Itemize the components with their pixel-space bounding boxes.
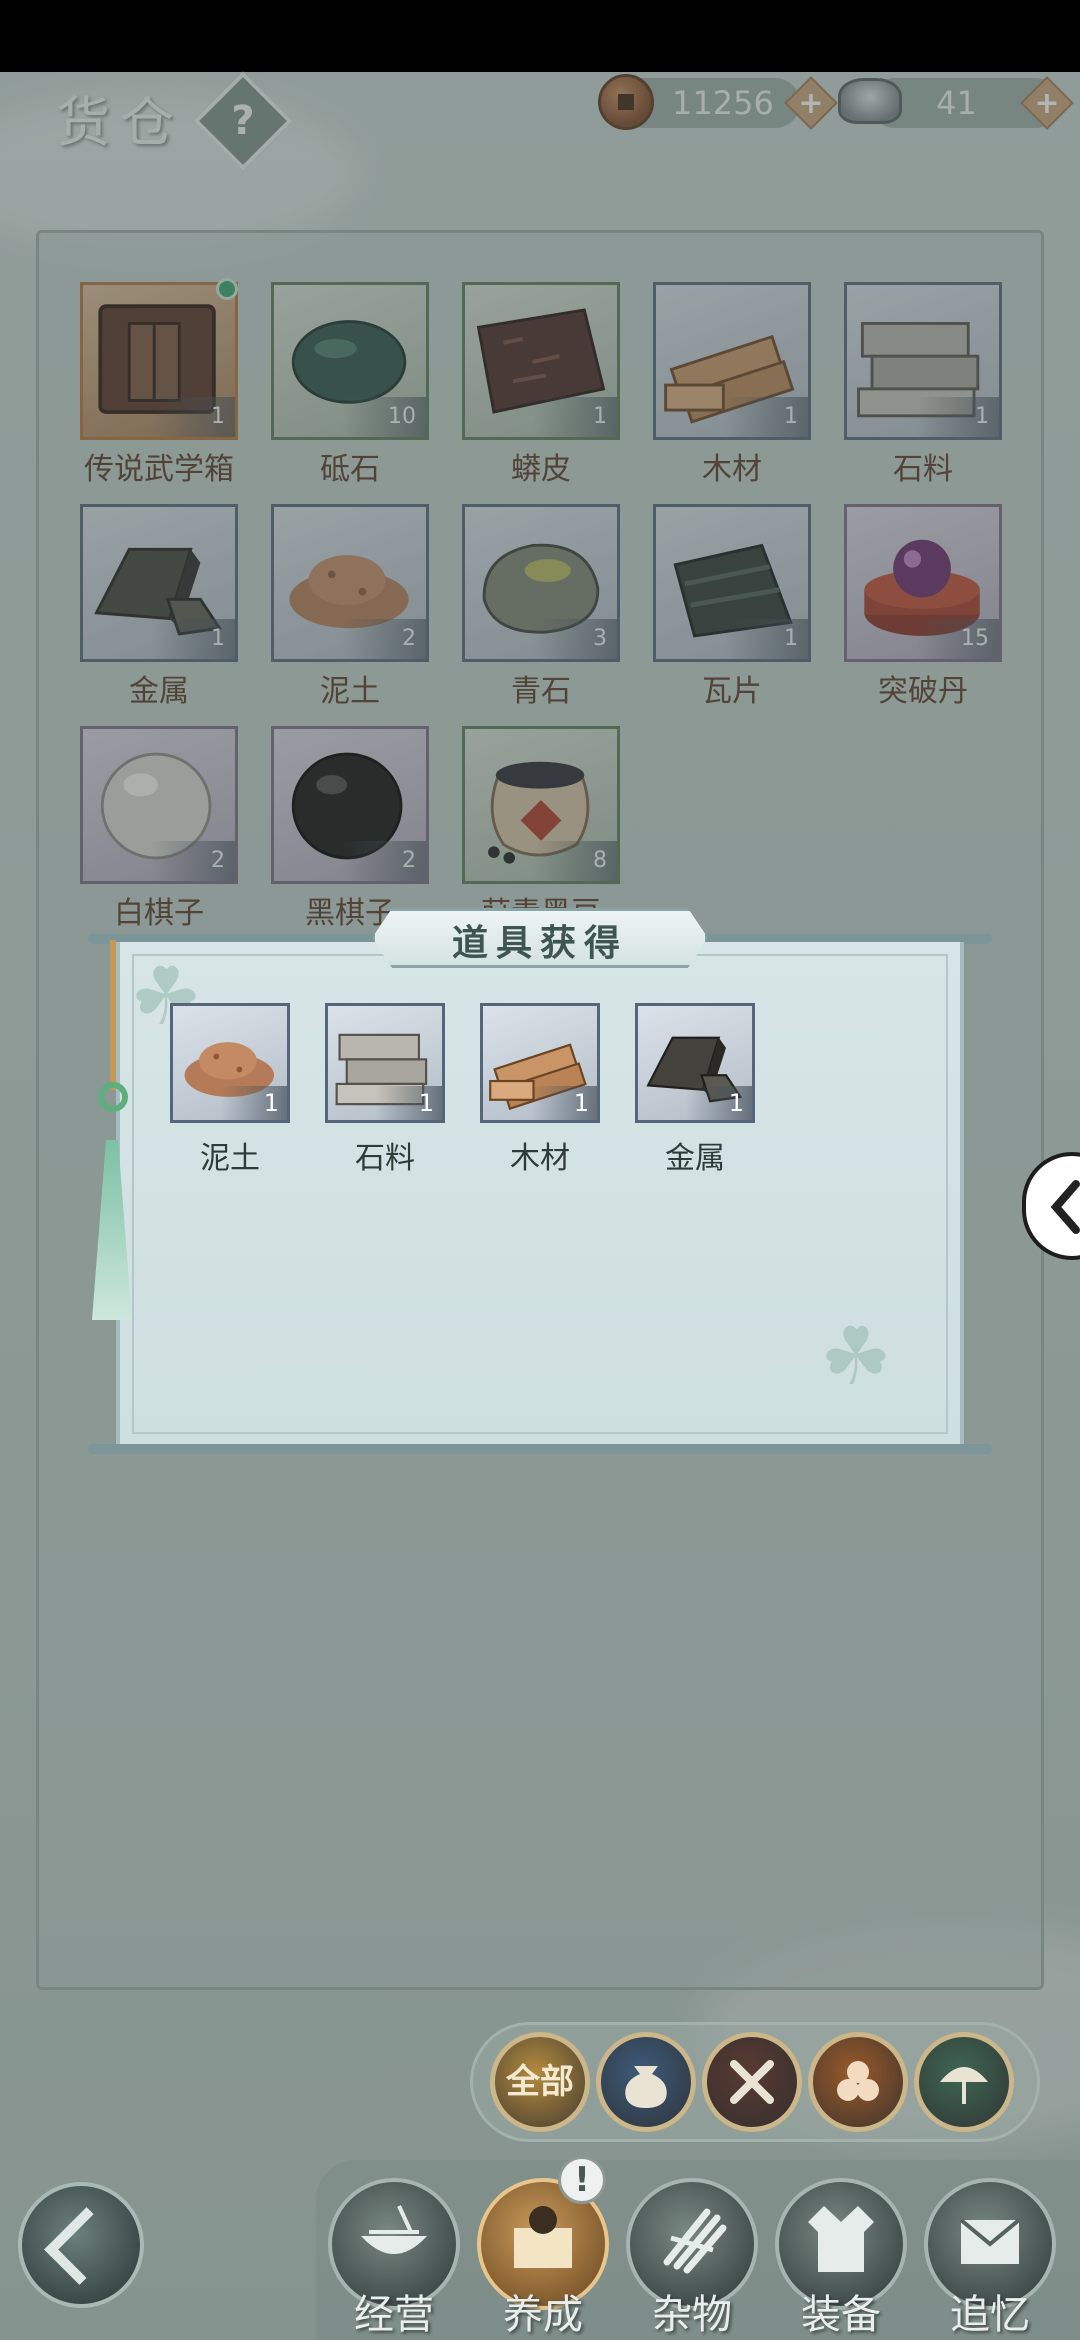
filter-all-label: 全部 [506, 2062, 574, 2102]
letter-icon [945, 2192, 1035, 2286]
logs-icon [813, 2037, 903, 2127]
filter-button[interactable] [596, 2032, 696, 2132]
back-button[interactable] [18, 2182, 144, 2308]
bowl-icon [349, 2192, 439, 2286]
filter-button[interactable] [808, 2032, 908, 2132]
nav-tab-label: 经营 [354, 2292, 434, 2338]
bundle-icon [647, 2192, 737, 2286]
status-bar [0, 0, 1080, 72]
item-slot: 1 [170, 1003, 290, 1123]
item-label: 木材 [510, 1141, 570, 1176]
item-count: 1 [221, 1086, 287, 1120]
item-count: 1 [531, 1086, 597, 1120]
item-slot: 1 [325, 1003, 445, 1123]
filter-button[interactable]: 全部 [490, 2032, 590, 2132]
item-label: 石料 [355, 1141, 415, 1176]
item-label: 金属 [665, 1141, 725, 1176]
item-slot: 1 [480, 1003, 600, 1123]
filter-button[interactable] [914, 2032, 1014, 2132]
nav-tab-label: 杂物 [652, 2292, 732, 2338]
back-arrow-icon [44, 2207, 122, 2285]
filter-button[interactable] [702, 2032, 802, 2132]
item-label: 泥土 [200, 1141, 260, 1176]
item-slot: 1 [635, 1003, 755, 1123]
pouch-icon [601, 2037, 691, 2127]
nav-tab-label: 追忆 [950, 2292, 1030, 2338]
all-filter-icon: 全部 [495, 2037, 585, 2127]
tassel-cord [110, 940, 116, 1090]
bamboo-icon: ☘ [820, 1310, 892, 1403]
robe-icon [796, 2192, 886, 2286]
jade-ring-icon [98, 1082, 128, 1112]
popup-title: 道具获得 [451, 922, 628, 964]
nav-tab-label: 装备 [801, 2292, 881, 2338]
tools-icon [707, 2037, 797, 2127]
item-count: 1 [686, 1086, 752, 1120]
gift-box-icon [498, 2192, 588, 2286]
chevron-left-icon [1046, 1178, 1080, 1236]
scroll-rod-bottom [88, 1444, 992, 1454]
item-count: 1 [376, 1086, 442, 1120]
umbrella-icon [919, 2037, 1009, 2127]
nav-tab-label: 养成 [503, 2292, 583, 2338]
alert-badge: ! [558, 2156, 606, 2204]
